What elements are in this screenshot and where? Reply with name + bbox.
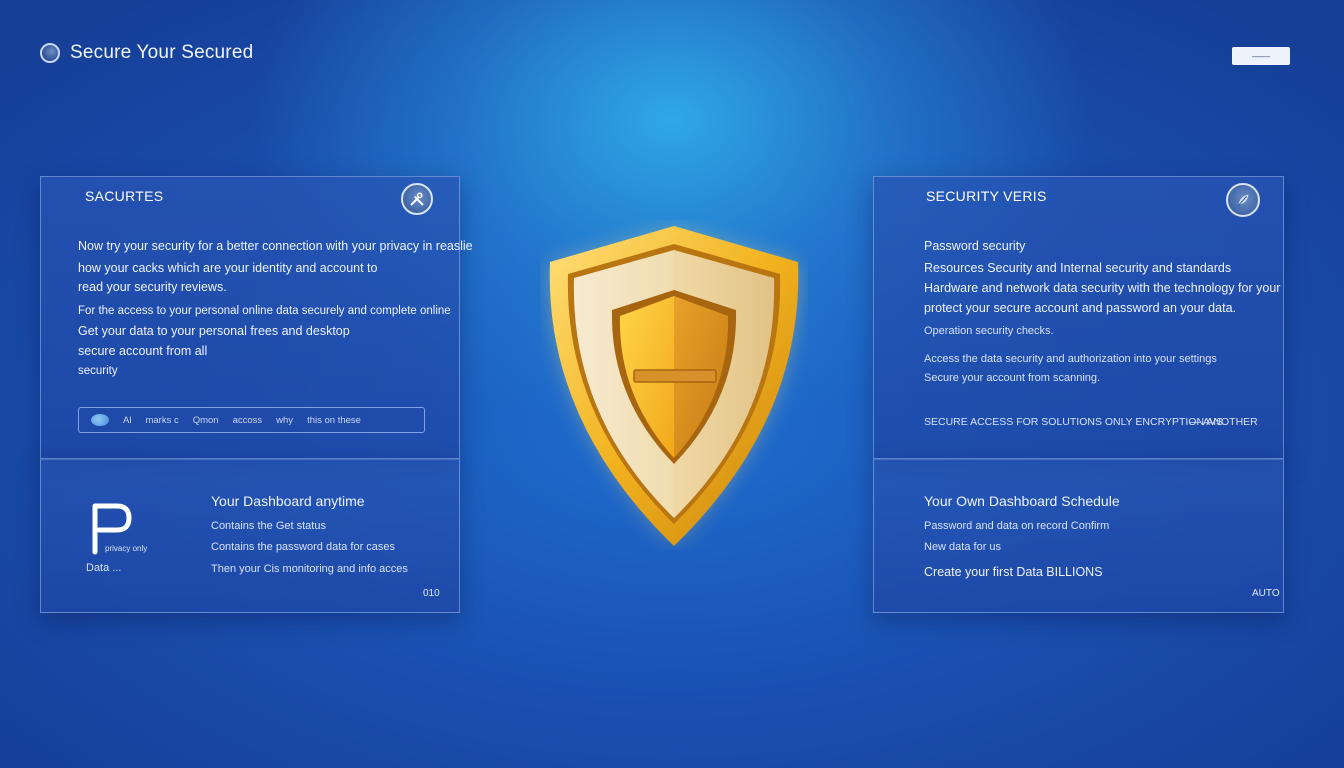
search-token: accoss [232, 414, 263, 426]
left-bottom-panel: privacy only Data ... Your Dashboard any… [40, 459, 460, 613]
left-top-line-2: how your cacks which are your identity a… [78, 261, 378, 275]
left-top-line-1: Now try your security for a better conne… [78, 239, 473, 253]
header-button[interactable]: —— [1232, 47, 1290, 65]
right-top-line-6: Access the data security and authorizati… [924, 353, 1217, 365]
search-token: marks c [145, 414, 179, 426]
right-top-line-2: Resources Security and Internal security… [924, 261, 1232, 275]
right-bottom-line-1: Password and data on record Confirm [924, 520, 1110, 532]
right-top-line-5: Operation security checks. [924, 325, 1054, 337]
right-top-footer-tail: — AVS [1190, 416, 1224, 428]
panel-title-security-veris: SECURITY VERIS [926, 188, 1047, 204]
app-title: Secure Your Secured [70, 42, 254, 63]
right-top-line-7: Secure your account from scanning. [924, 372, 1101, 384]
right-bottom-panel: Your Own Dashboard Schedule Password and… [873, 459, 1284, 613]
search-token: Al [123, 414, 132, 426]
left-bottom-line-1: Contains the Get status [211, 520, 326, 532]
left-top-line-7: security [78, 365, 118, 377]
panel-title-securities: SACURTES [85, 188, 164, 204]
left-top-line-5: Get your data to your personal frees and… [78, 324, 350, 338]
tools-icon[interactable] [401, 183, 433, 215]
right-top-line-3: Hardware and network data security with … [924, 281, 1281, 295]
glyph-caption: privacy only [105, 544, 148, 553]
left-bottom-line-3: Then your Cis monitoring and info acces [211, 563, 408, 575]
left-bottom-heading: Your Dashboard anytime [211, 493, 365, 509]
left-top-line-6: secure account from all [78, 344, 208, 358]
search-token: Qmon [192, 414, 219, 426]
search-token: this on these [307, 414, 361, 426]
tools-icon-graphic [410, 192, 424, 206]
brand: Secure Your Secured [40, 42, 253, 64]
left-top-panel: SACURTES Now try your security for a bet… [40, 176, 473, 459]
right-top-line-4: protect your secure account and password… [924, 301, 1236, 315]
search-token: why [276, 414, 294, 426]
right-top-panel: SECURITY VERIS Password security Resourc… [873, 176, 1284, 459]
left-bottom-line-2: Contains the password data for cases [211, 541, 396, 553]
left-bottom-footer-num: 010 [423, 588, 440, 599]
right-bottom-footer-mark: AUTO [1252, 588, 1280, 599]
search-input[interactable]: Al marks c Qmon accoss why this on these [78, 407, 425, 433]
feather-icon-graphic [1238, 194, 1249, 206]
circle-logo-icon [40, 43, 60, 63]
feather-icon[interactable] [1226, 183, 1260, 217]
right-bottom-heading: Your Own Dashboard Schedule [924, 493, 1120, 509]
right-bottom-line-2: New data for us [924, 541, 1002, 553]
left-top-line-4: For the access to your personal online d… [78, 305, 451, 317]
right-bottom-line-3: Create your first Data BILLIONS [924, 565, 1103, 579]
search-dot-icon [91, 414, 109, 426]
shield-icon [549, 226, 799, 546]
glyph-label: Data ... [86, 562, 122, 574]
right-top-line-1: Password security [924, 239, 1026, 253]
left-top-line-3: read your security reviews. [78, 280, 227, 294]
